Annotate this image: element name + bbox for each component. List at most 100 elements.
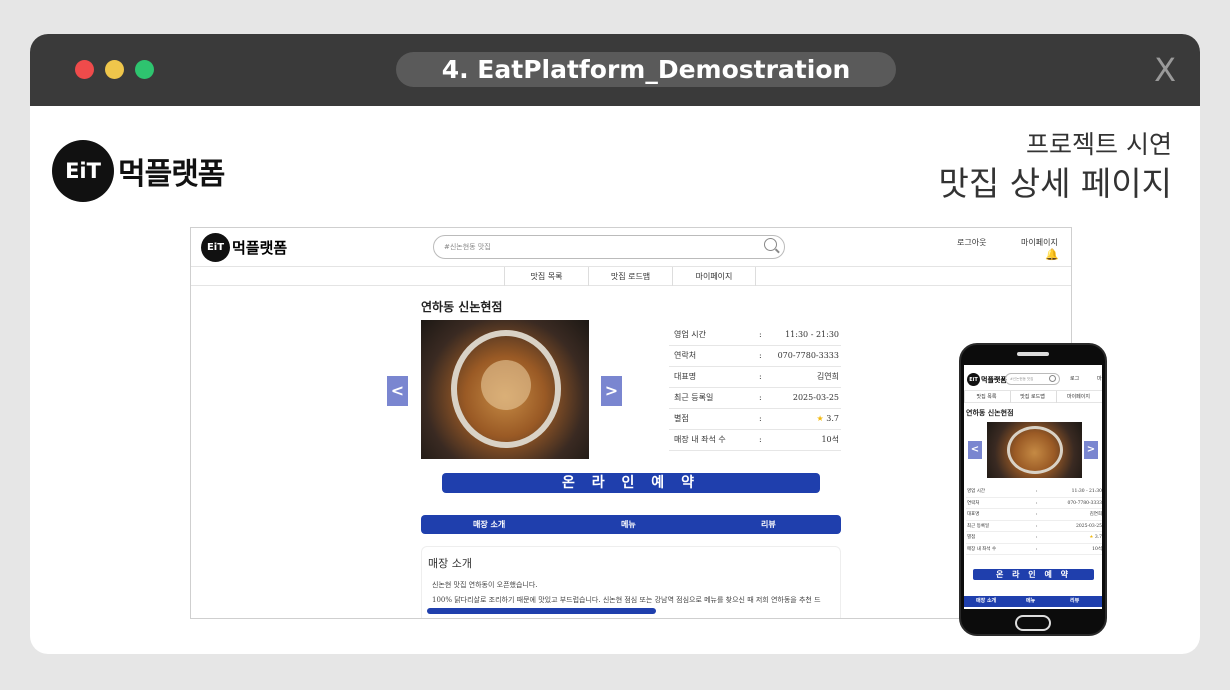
prev-photo-button[interactable]: < (968, 441, 982, 459)
info-label: 연락처 (967, 500, 980, 506)
slide-title: 맛집 상세 페이지 (938, 164, 1173, 203)
info-label: 매장 내 좌석 수 (674, 435, 726, 444)
info-row-owner: 대표명 : 김연희 (669, 367, 841, 388)
logout-link[interactable]: 로그아웃 (957, 237, 986, 248)
phone-home-button (1015, 615, 1051, 631)
search-input[interactable]: #신논현동 맛집 (433, 235, 785, 259)
main-nav: 맛집 목록 맛집 로드맵 마이페이지 (964, 390, 1102, 403)
rating-value: 3.7 (826, 414, 839, 423)
info-row-registered: 최근 등록일: 2025-03-25 (966, 521, 1102, 532)
window-title: 4. EatPlatform_Demostration (396, 52, 896, 87)
info-separator: : (759, 372, 762, 381)
restaurant-name: 연하동 신논현점 (421, 300, 503, 314)
info-separator: : (1036, 535, 1038, 540)
brand-logo: EiT 먹플랫폼 (52, 140, 225, 202)
restaurant-info-table: 영업 시간 : 11:30 - 21:30 연락처 : 070-7780-333… (669, 325, 841, 451)
nav-item-restaurant-list[interactable]: 맛집 목록 (964, 391, 1008, 403)
store-intro-heading: 매장 소개 (428, 557, 472, 570)
brand-name: 먹플랫폼 (118, 157, 225, 192)
minimize-window-dot[interactable] (105, 60, 124, 79)
info-separator: : (759, 414, 762, 423)
store-intro-line: 100% 닭다리살로 조리하기 때문에 맛있고 부드럽습니다. 신논현 점심 또… (432, 596, 821, 604)
info-label: 별점 (674, 414, 689, 423)
site-logo-mark: EiT (201, 233, 230, 262)
info-separator: : (1036, 489, 1038, 494)
next-photo-button[interactable]: > (1084, 441, 1098, 459)
info-value: 070-7780-3333 (777, 351, 839, 360)
tab-menu[interactable]: 메뉴 (621, 515, 636, 534)
search-icon[interactable] (764, 238, 777, 251)
site-logo-text: 먹플랫폼 (232, 239, 288, 257)
mobile-screen: EiT 먹플랫폼 #신논현동 맛집 로그 마 맛집 목록 맛집 로드맵 마이페이… (964, 365, 1102, 609)
horizontal-scrollbar[interactable] (427, 608, 656, 614)
nav-item-roadmap[interactable]: 맛집 로드맵 (588, 267, 672, 286)
info-value: 2025-03-25 (1076, 523, 1102, 529)
mypage-link[interactable]: 마 (1097, 375, 1102, 382)
info-label: 최근 등록일 (674, 393, 714, 402)
restaurant-info-table: 영업 시간: 11:30 - 21:30 연락처: 070-7780-3333 대표… (966, 486, 1102, 555)
brand-logo-mark: EiT (52, 140, 114, 202)
info-row-contact: 연락처: 070-7780-3333 (966, 498, 1102, 509)
nav-item-restaurant-list[interactable]: 맛집 목록 (504, 267, 588, 286)
info-label: 영업 시간 (967, 489, 985, 494)
info-separator: : (1036, 500, 1038, 506)
close-window-dot[interactable] (75, 60, 94, 79)
tab-store-intro[interactable]: 매장 소개 (473, 515, 505, 534)
maximize-window-dot[interactable] (135, 60, 154, 79)
restaurant-name: 연하동 신논현점 (966, 409, 1014, 417)
info-value: 김연희 (816, 372, 839, 381)
info-separator: : (1036, 523, 1038, 529)
info-value: 11:30 - 21:30 (785, 330, 839, 339)
info-row-hours: 영업 시간 : 11:30 - 21:30 (669, 325, 841, 346)
desktop-preview: EiT 먹플랫폼 #신논현동 맛집 로그아웃 마이페이지 🔔 맛집 목록 맛집 … (190, 227, 1072, 619)
info-value: 2025-03-25 (792, 393, 839, 402)
online-reservation-button[interactable]: 온 라 인 예 약 (442, 473, 820, 493)
info-separator: : (1036, 546, 1038, 552)
mypage-link[interactable]: 마이페이지 (1021, 237, 1058, 248)
info-label: 별점 (967, 535, 976, 540)
search-placeholder: #신논현동 맛집 (444, 243, 491, 251)
info-label: 연락처 (674, 351, 697, 360)
site-logo[interactable]: EiT 먹플랫폼 (967, 373, 1007, 386)
search-input[interactable]: #신논현동 맛집 (1005, 373, 1060, 385)
info-row-owner: 대표명: 김연희 (966, 509, 1102, 521)
logout-link[interactable]: 로그 (1070, 375, 1079, 382)
info-label: 영업 시간 (674, 330, 706, 339)
tab-menu[interactable]: 메뉴 (1026, 596, 1035, 607)
info-label: 최근 등록일 (967, 523, 990, 529)
tab-reviews[interactable]: 리뷰 (1070, 596, 1079, 607)
info-separator: : (759, 435, 762, 444)
nav-item-roadmap[interactable]: 맛집 로드맵 (1010, 391, 1054, 403)
search-icon[interactable] (1049, 375, 1056, 382)
window-titlebar: 4. EatPlatform_Demostration X (30, 34, 1200, 106)
info-label: 대표명 (967, 512, 980, 517)
site-logo[interactable]: EiT 먹플랫폼 (201, 233, 287, 262)
prev-photo-button[interactable]: < (387, 376, 408, 406)
info-value: ★ 3.7 (1089, 532, 1102, 543)
info-value: ★ 3.7 (817, 409, 839, 429)
close-icon[interactable]: X (1154, 50, 1176, 90)
info-label: 매장 내 좌석 수 (967, 546, 997, 552)
next-photo-button[interactable]: > (601, 376, 622, 406)
presentation-card: 4. EatPlatform_Demostration X EiT 먹플랫폼 프… (30, 34, 1200, 654)
slide-heading: 프로젝트 시연 맛집 상세 페이지 (939, 130, 1173, 206)
site-logo-text: 먹플랫폼 (981, 375, 1007, 384)
info-row-seats: 매장 내 좌석 수: 10석 (966, 544, 1102, 555)
info-row-registered: 최근 등록일 : 2025-03-25 (669, 388, 841, 409)
tab-store-intro[interactable]: 매장 소개 (976, 596, 996, 607)
store-intro-line: 신논현 맛집 연하동이 오픈했습니다. (432, 581, 538, 589)
nav-item-mypage[interactable]: 마이페이지 (672, 267, 756, 286)
store-intro-panel: 매장 소개 신논현 맛집 연하동이 오픈했습니다. 100% 닭다리살로 조리하… (421, 546, 841, 618)
info-separator: : (759, 393, 762, 402)
tab-reviews[interactable]: 리뷰 (761, 515, 776, 534)
info-separator: : (1036, 512, 1038, 517)
bell-icon[interactable]: 🔔 (1045, 248, 1059, 261)
online-reservation-button[interactable]: 온 라 인 예 약 (973, 569, 1094, 580)
info-separator: : (759, 351, 762, 360)
slide-subtitle: 프로젝트 시연 (1026, 130, 1172, 159)
search-placeholder: #신논현동 맛집 (1010, 377, 1034, 381)
nav-item-mypage[interactable]: 마이페이지 (1056, 391, 1100, 403)
star-icon: ★ (816, 414, 824, 423)
rating-value: 3.7 (1094, 535, 1102, 540)
info-value: 김연희 (1089, 512, 1102, 517)
